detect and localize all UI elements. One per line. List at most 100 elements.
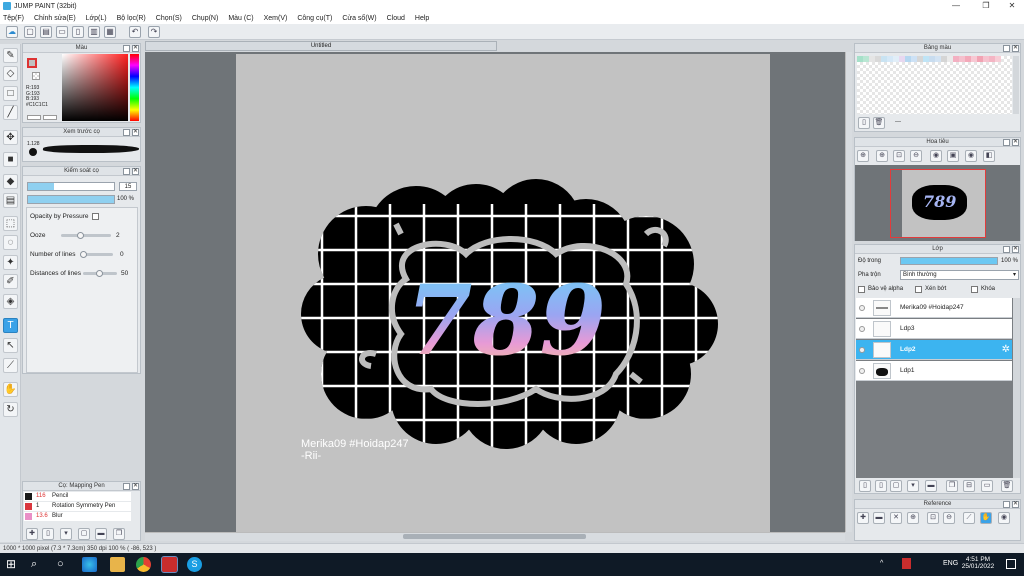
layer-delete-icon[interactable]: 🗑 [1001,480,1013,492]
task-view-icon[interactable]: ○ [57,557,72,572]
redo-icon[interactable]: ↷ [148,26,160,38]
brush-new-icon[interactable]: ▯ [42,528,54,540]
select-rect-icon[interactable]: ⬚ [3,216,18,231]
color-mode-button[interactable] [27,115,41,120]
export-icon[interactable]: ▦ [104,26,116,38]
lock-checkbox[interactable] [971,286,978,293]
opacity-pressure-checkbox[interactable] [92,213,99,220]
new-layer-icon[interactable]: ▯ [859,480,871,492]
cloud-icon[interactable]: ☁ [6,26,18,38]
brush-opacity-bar[interactable] [27,195,115,204]
reference-pin-icon[interactable]: ✚ [857,512,869,524]
menu-tools[interactable]: Công cụ(T) [297,15,332,22]
search-icon[interactable]: ⌕ [31,557,46,572]
minimize-button[interactable]: — [944,0,968,12]
vertical-scrollbar[interactable] [845,52,852,532]
color-mode-button-2[interactable] [43,115,57,120]
horizontal-scroll-thumb[interactable] [403,534,586,539]
page-icon[interactable]: ▯ [72,26,84,38]
layer-row[interactable]: Merika09 #Hoidap247 [856,298,1012,318]
gradient-tool-icon[interactable]: ▤ [3,193,18,208]
navigator-viewport[interactable] [890,169,986,238]
zoom-out-icon[interactable]: ⊖ [910,150,922,162]
reference-fit-icon[interactable]: ⊡ [927,512,939,524]
palette-more[interactable]: --- [895,119,901,125]
magic-wand-icon[interactable]: ✦ [3,255,18,270]
ooze-slider-knob[interactable] [77,232,84,239]
menu-help[interactable]: Help [415,15,429,22]
brush-add-icon[interactable]: ✚ [26,528,38,540]
reference-zoom-in-icon[interactable]: ⊕ [907,512,919,524]
eyedropper-tool-icon[interactable]: ⟋ [3,358,18,373]
brush-item[interactable]: 13.6 Blur [24,512,131,521]
layer-scrollbar[interactable] [1013,298,1020,478]
rotate-tool-icon[interactable]: ↻ [3,402,18,417]
text-tool-icon[interactable]: T [3,318,18,333]
comment-icon[interactable]: ▭ [56,26,68,38]
saturation-value-picker[interactable] [62,54,128,121]
layer-clear-icon[interactable]: ▭ [981,480,993,492]
rotate-left-icon[interactable]: ◉ [930,150,942,162]
layer-row[interactable]: Ldp1 [856,361,1012,381]
eye-icon[interactable] [859,347,865,353]
edge-icon[interactable] [82,557,97,572]
notification-icon[interactable] [1006,559,1016,569]
layer-copy-icon[interactable]: ❐ [946,480,958,492]
protect-alpha-checkbox[interactable] [858,286,865,293]
brush-duplicate-icon[interactable]: ❐ [113,528,125,540]
brush-item[interactable]: 116 Pencil [24,492,131,501]
palette-scrollbar[interactable] [1013,56,1019,114]
undo-icon[interactable]: ↶ [129,26,141,38]
zoom-in-icon[interactable]: ⊕ [857,150,869,162]
document-tab[interactable]: Untitled [145,41,497,51]
new-layer-2-icon[interactable]: ▯ [875,480,887,492]
save-icon[interactable]: ▥ [88,26,100,38]
eye-icon[interactable] [859,305,865,311]
tray-chevron-icon[interactable]: ^ [880,560,883,567]
close-button[interactable]: ✕ [1000,0,1024,12]
transparent-swatch[interactable] [32,72,40,80]
layer-merge-icon[interactable]: ⊟ [963,480,975,492]
brush-folder-icon[interactable]: ▬ [95,528,107,540]
menu-color[interactable]: Màu (C) [228,15,253,22]
rotate-right-icon[interactable]: ◉ [965,150,977,162]
ooze-slider-track[interactable] [61,234,111,237]
reference-close-icon[interactable]: ✕ [890,512,902,524]
chrome-icon[interactable] [136,557,151,572]
layer-add-icon[interactable]: ▢ [890,480,902,492]
reference-open-icon[interactable]: ▬ [873,512,885,524]
menu-file[interactable]: Tệp(F) [3,15,24,22]
layer-row-selected[interactable]: Ldp2 ✲ [856,340,1012,360]
brush-size-value[interactable]: 15 [119,182,137,191]
jump-paint-icon[interactable] [161,556,178,573]
menu-window[interactable]: Cửa sổ(W) [342,15,376,22]
flip-icon[interactable]: ◧ [983,150,995,162]
distance-slider-knob[interactable] [96,270,103,277]
blend-mode-select[interactable]: Bình thường ▾ [900,270,1019,280]
clock[interactable]: 4:51 PM 25/01/2022 [960,556,996,570]
palette-delete-icon[interactable]: 🗑 [873,117,885,129]
menu-layer[interactable]: Lớp(L) [86,15,107,22]
reference-eyedrop-icon[interactable]: ⟋ [963,512,975,524]
layer-folder-icon[interactable]: ▬ [925,480,937,492]
layer-menu-icon[interactable]: ▾ [907,480,919,492]
reference-rotate-icon[interactable]: ◉ [998,512,1010,524]
palette-grid[interactable] [857,56,1012,114]
navigator-preview[interactable]: 789 [855,165,1020,241]
eye-icon[interactable] [859,368,865,374]
canvas-page[interactable]: 789 Merika09 #Hoidap247 -Rii- [236,54,770,533]
menu-view[interactable]: Xem(V) [264,15,288,22]
operation-tool-icon[interactable]: ↖ [3,338,18,353]
hue-slider[interactable] [130,54,139,121]
bucket-tool-icon[interactable]: ◆ [3,174,18,189]
select-eraser-icon[interactable]: ◈ [3,294,18,309]
reference-hand-icon[interactable]: ✋ [980,512,992,524]
new-file-icon[interactable]: ▢ [24,26,36,38]
hand-tool-icon[interactable]: ✋ [3,382,18,397]
pen-tool-icon[interactable]: ✎ [3,48,18,63]
menu-edit[interactable]: Chỉnh sửa(E) [34,15,76,22]
fit-icon[interactable]: ⊡ [893,150,905,162]
palette-add-icon[interactable]: ▯ [858,117,870,129]
move-tool-icon[interactable]: ✥ [3,130,18,145]
language-indicator[interactable]: ENG [943,560,958,567]
